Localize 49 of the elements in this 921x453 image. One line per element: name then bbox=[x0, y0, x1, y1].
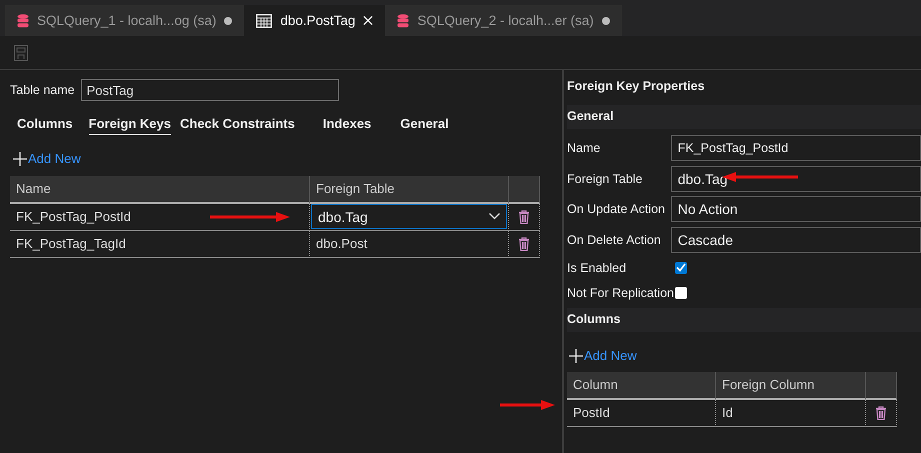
designer-tab[interactable]: Indexes bbox=[322, 113, 372, 135]
database-icon bbox=[17, 14, 29, 28]
add-new-link[interactable]: Add New bbox=[569, 348, 921, 363]
designer-tab[interactable]: Check Constraints bbox=[180, 113, 295, 135]
property-field[interactable]: dbo.Tag bbox=[670, 166, 921, 192]
add-new-link[interactable]: Add New bbox=[13, 151, 552, 166]
table-cell: Id bbox=[716, 400, 866, 427]
column-header: Column bbox=[567, 372, 716, 400]
column-header: Foreign Column bbox=[716, 372, 866, 400]
database-icon bbox=[397, 14, 410, 28]
column-header: Name bbox=[10, 176, 310, 204]
table-name-field[interactable]: PostTag bbox=[80, 79, 339, 101]
checkbox[interactable] bbox=[675, 286, 687, 298]
editor-tab[interactable]: SQLQuery_2 - localh...er (sa) bbox=[385, 5, 622, 36]
property-field[interactable]: FK_PostTag_PostId bbox=[670, 135, 921, 162]
property-label: Foreign Table bbox=[567, 172, 644, 186]
annotation-arrow bbox=[500, 400, 555, 410]
panel-title: Foreign Key Properties bbox=[567, 78, 706, 95]
close-icon[interactable] bbox=[363, 15, 374, 26]
checkbox[interactable] bbox=[675, 262, 687, 274]
chevron-icon bbox=[489, 213, 500, 220]
plus-icon bbox=[569, 348, 583, 362]
editor-tab[interactable]: dbo.PostTag bbox=[244, 5, 386, 36]
property-field[interactable]: No Action bbox=[670, 196, 921, 222]
delete-button[interactable] bbox=[518, 237, 530, 251]
designer-tab[interactable]: Columns bbox=[17, 113, 73, 135]
table-icon bbox=[256, 14, 272, 28]
plus-icon bbox=[13, 152, 27, 166]
editor-tab[interactable]: SQLQuery_1 - localh...og (sa) bbox=[5, 5, 244, 36]
table-cell: dbo.Post bbox=[310, 231, 509, 258]
foreign-table-dropdown[interactable]: dbo.Tag bbox=[311, 204, 507, 229]
property-field[interactable]: Cascade bbox=[670, 226, 921, 253]
property-label: On Update Action bbox=[567, 202, 666, 216]
column-header bbox=[509, 176, 540, 204]
table-cell: PostId bbox=[567, 400, 716, 427]
column-header bbox=[866, 372, 897, 400]
property-label: Name bbox=[567, 141, 602, 156]
delete-button[interactable] bbox=[518, 210, 530, 224]
section-header: Columns bbox=[567, 308, 921, 332]
table-name-label: Table name bbox=[10, 83, 75, 97]
designer-tab[interactable]: Foreign Keys bbox=[88, 113, 171, 135]
delete-button[interactable] bbox=[875, 406, 887, 420]
section-header: General bbox=[567, 105, 921, 129]
column-header: Foreign Table bbox=[310, 176, 509, 204]
designer-tab[interactable]: General bbox=[400, 113, 449, 135]
property-label: On Delete Action bbox=[567, 232, 662, 247]
property-label: Not For Replication bbox=[567, 286, 675, 300]
property-label: Is Enabled bbox=[567, 260, 628, 274]
table-cell: FK_PostTag_TagId bbox=[10, 231, 310, 258]
